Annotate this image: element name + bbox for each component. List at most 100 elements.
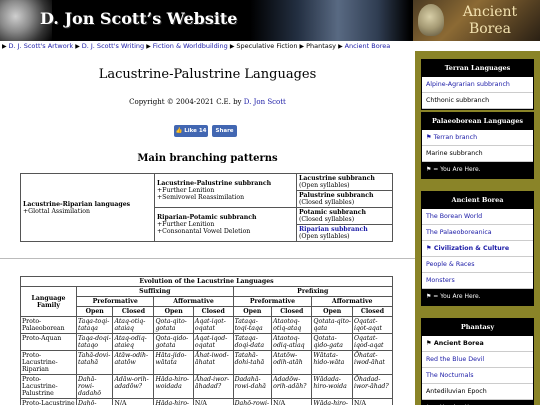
sidebar-item[interactable]: The Nocturnals bbox=[422, 368, 533, 384]
word-form-cell: Adadōw-orih-adāh? bbox=[271, 374, 313, 399]
sidebar-item[interactable]: The Palaeoborеanica bbox=[422, 225, 533, 241]
word-form-cell: Qotata-qito-qata bbox=[311, 316, 353, 334]
palaeoborean-languages-box: Palaeoborean Languages ⚑ Terran branch Mar… bbox=[421, 112, 534, 179]
root-cell: Lacustrine-Riparian languages +Glottal As… bbox=[20, 173, 155, 242]
table-row: Proto-Lacustrine-Riparian Tahā-dovi-tatah… bbox=[20, 350, 394, 375]
sidebar-box-heading: Phantasy bbox=[422, 319, 533, 336]
word-form-cell: Aqat-iqod-oqatat bbox=[192, 333, 234, 351]
sidebar-item: ⚑ Ancient Borea bbox=[422, 336, 533, 352]
you-are-here-legend: ⚑ = You Are Here. bbox=[422, 289, 533, 305]
sidebar-item[interactable]: The Borean World bbox=[422, 209, 533, 225]
phantasy-box: Phantasy ⚑ Ancient Borea Red the Blue Devi… bbox=[421, 318, 534, 405]
column-header-open: Open bbox=[75, 306, 114, 317]
root-note: +Glottal Assimilation bbox=[23, 207, 90, 215]
language-family-cell: Proto-Lacustrine-Palustrine bbox=[20, 374, 77, 399]
word-form-cell: N/A bbox=[351, 398, 394, 405]
facebook-share-button[interactable]: Share bbox=[212, 125, 237, 137]
word-form-cell: Āhat-iwod-āhatat bbox=[192, 350, 234, 375]
sidebar-item: Marine subbranch bbox=[422, 146, 533, 162]
word-form-cell: N/A bbox=[112, 398, 155, 405]
word-form-cell: N/A bbox=[271, 398, 313, 405]
column-header-closed: Closed bbox=[351, 306, 394, 317]
you-are-here-legend: ⚑ = You Are Here. bbox=[422, 400, 533, 405]
leaf-cell: Lacustrine subbranch (Open syllables) bbox=[296, 173, 393, 191]
branch-name: Riparian-Potamic subbranch bbox=[157, 214, 257, 221]
facebook-like-button[interactable]: 👍 Like 14 bbox=[174, 125, 208, 137]
column-header-closed: Closed bbox=[271, 306, 313, 317]
section-heading: Main branching patterns bbox=[137, 153, 278, 164]
table-row: Proto-Palaeoborean Taqa-toqi-tataqa Ataq-o… bbox=[20, 316, 394, 334]
column-header-open: Open bbox=[153, 306, 194, 317]
leaf-note: (Closed syllables) bbox=[299, 199, 355, 206]
word-form-cell: Qota-qito-gotata bbox=[153, 316, 194, 334]
branch-note: +Consonantal Vowel Deletion bbox=[157, 228, 251, 235]
site-title[interactable]: D. Jon Scott’s Website bbox=[40, 9, 320, 28]
word-form-cell: Tataqa-doqi-data bbox=[232, 333, 273, 351]
word-form-cell: Ataotoq-otiq-ataq bbox=[271, 316, 313, 334]
column-subgroup-header: Preformative bbox=[232, 296, 313, 307]
breadcrumb-item[interactable]: Fiction & Worldbuilding bbox=[153, 42, 228, 50]
copyright-text: Copyright © 2004-2021 C.E. by bbox=[129, 98, 244, 106]
branch-cell: Lacustrine-Palustrine subbranch +Further … bbox=[154, 173, 297, 208]
column-subgroup-header: Afformative bbox=[153, 296, 234, 307]
sidebar-item[interactable]: ⚑ Civilization & Culture bbox=[422, 241, 533, 257]
word-form-cell: Tatahā-dohi-tahā bbox=[232, 350, 273, 375]
branch-note: +Further Lenition bbox=[157, 187, 215, 194]
language-family-cell: Proto-Lacustrine-Riparian bbox=[20, 350, 77, 375]
word-form-cell: Qota-qido-gotata bbox=[153, 333, 194, 351]
breadcrumb-item[interactable]: Ancient Borea bbox=[345, 42, 391, 50]
column-header-open: Open bbox=[232, 306, 273, 317]
leaf-cell: Potamic subbranch (Closed syllables) bbox=[296, 207, 393, 225]
branch-cell: Riparian-Potamic subbranch +Further Lenit… bbox=[154, 207, 297, 242]
word-form-cell: Aqat-iqot-oqatat bbox=[192, 316, 234, 334]
breadcrumb-item: Phantasy bbox=[306, 42, 336, 50]
table-caption: Evolution of the Lacustrine Languages bbox=[20, 276, 393, 287]
sidebar-item[interactable]: Alpine-Agrarian subbranch bbox=[422, 77, 533, 93]
page-title: Lacustrine-Palustrine Languages bbox=[98, 67, 317, 82]
word-form-cell: Wāda-hiro-woida bbox=[311, 398, 353, 405]
breadcrumb-item[interactable]: D. J. Scott's Writing bbox=[82, 42, 144, 50]
banner-title-line1: Ancient bbox=[462, 4, 518, 20]
sidebar-item[interactable]: Red the Blue Devil bbox=[422, 352, 533, 368]
site-header: D. Jon Scott’s Website Ancient Borea bbox=[0, 0, 540, 41]
word-form-cell: Dahō-rowi-dahō bbox=[75, 398, 114, 405]
leaf-note: (Open syllables) bbox=[299, 233, 350, 240]
sidebar-item: Antediluvian Epoch bbox=[422, 384, 533, 400]
column-header-closed: Closed bbox=[192, 306, 234, 317]
branch-note: +Further Lenition bbox=[157, 221, 215, 228]
table-row: Proto-LacustrineDahō-rowi-dahōN/AHāda-hi… bbox=[20, 398, 394, 405]
word-form-cell: Ōhadad-iwor-āhad? bbox=[351, 374, 394, 399]
evolution-table: Evolution of the Lacustrine Languages La… bbox=[20, 276, 394, 405]
leaf-cell: Riparian subbranch (Open syllables) bbox=[296, 224, 393, 242]
leaf-name: Lacustrine subbranch bbox=[299, 175, 375, 182]
word-form-cell: Tataqa-toqi-taqa bbox=[232, 316, 273, 334]
author-link[interactable]: D. Jon Scott bbox=[244, 98, 286, 106]
word-form-cell: Atāw-odih-atatōw bbox=[112, 350, 155, 375]
word-form-cell: Oqatat-iqot-aqat bbox=[351, 316, 394, 334]
word-form-cell: Ōhatat-iwod-āhat bbox=[351, 350, 394, 375]
ancient-borea-box: Ancient Borea The Borean World The Palaeob… bbox=[421, 191, 534, 306]
branch-note: +Semivowel Reassimilation bbox=[157, 194, 245, 201]
you-are-here-legend: ⚑ = You Are Here. bbox=[422, 162, 533, 178]
word-form-cell: Ataq-odiq-ataieq bbox=[112, 333, 155, 351]
leaf-note: (Open syllables) bbox=[299, 182, 350, 189]
column-subgroup-header: Afformative bbox=[311, 296, 393, 307]
copyright-line: Copyright © 2004-2021 C.E. by D. Jon Sco… bbox=[0, 98, 415, 106]
word-form-cell: Āhad-iwor-āhadad? bbox=[192, 374, 234, 399]
word-form-cell: Dadahā-rowi-dahā bbox=[232, 374, 273, 399]
terran-languages-box: Terran Languages Alpine-Agrarian subbranc… bbox=[421, 59, 534, 110]
word-form-cell: Tahā-dovi-tatahā bbox=[75, 350, 114, 375]
breadcrumb-item: Speculative Fiction bbox=[236, 42, 298, 50]
word-form-cell: Ataotoq-odiq-atiaq bbox=[271, 333, 313, 351]
root-name: Lacustrine-Riparian languages bbox=[23, 200, 131, 208]
sidebar-box-heading: Palaeoborean Languages bbox=[422, 113, 533, 130]
sidebar-item[interactable]: Monsters bbox=[422, 273, 533, 289]
leaf-link[interactable]: Riparian subbranch bbox=[299, 226, 368, 233]
sidebar-item[interactable]: ⚑ Terran branch bbox=[422, 130, 533, 146]
sidebar-item[interactable]: People & Races bbox=[422, 257, 533, 273]
main-content: Lacustrine-Palustrine Languages Copyrigh… bbox=[0, 51, 415, 405]
column-group-header: Prefixing bbox=[232, 286, 394, 297]
breadcrumb-item[interactable]: D. J. Scott's Artwork bbox=[9, 42, 74, 50]
leaf-name: Potamic subbranch bbox=[299, 209, 366, 216]
column-subgroup-header: Preformative bbox=[75, 296, 155, 307]
